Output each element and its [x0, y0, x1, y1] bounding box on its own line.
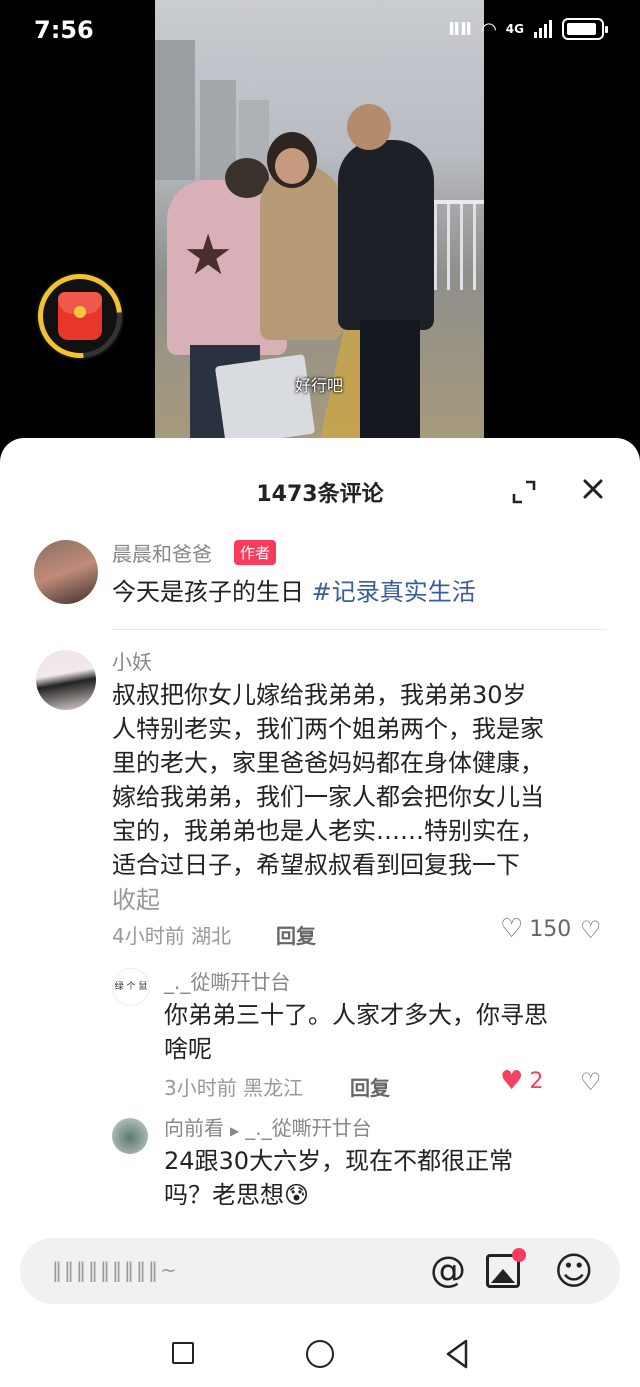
video-subtitle: 好行吧: [295, 376, 344, 395]
person-legs: [360, 320, 420, 440]
comment-text: 你弟弟三十了。人家才多大，你寻思 啥呢: [164, 998, 548, 1066]
comment-username-line: 向前看 ▶ _._從嘶幵廿台: [164, 1112, 372, 1141]
comment-time-location: 4小时前 湖北: [112, 924, 232, 948]
network-type: 4G: [505, 22, 524, 36]
comment-line: 适合过日子，希望叔叔看到回复我一下: [112, 851, 520, 879]
mountain-shape: [491, 1269, 515, 1283]
author-description: 晨晨和爸爸 作者 今天是孩子的生日 #记录真实生活: [0, 538, 640, 630]
wifi-icon: ◠: [481, 18, 496, 40]
emoji: 😰: [284, 1181, 310, 1209]
dislike-icon[interactable]: ♡: [580, 916, 602, 944]
comment-username[interactable]: _._從嘶幵廿台: [164, 966, 290, 995]
reply-button[interactable]: 回复: [350, 1072, 390, 1101]
comment-line: 你弟弟三十了。人家才多大，你寻思: [164, 1001, 548, 1029]
comment-text: 叔叔把你女儿嫁给我弟弟，我弟弟30岁 人特别老实，我们两个姐弟两个，我是家 里的…: [112, 678, 544, 882]
comments-count-title: 1473条评论: [256, 482, 384, 507]
signal-icon: [534, 20, 552, 38]
comment-username[interactable]: 小妖: [112, 646, 152, 675]
avatar[interactable]: 绿 个 鼠: [112, 968, 150, 1006]
system-nav-bar: [0, 1332, 640, 1387]
comment-line: 24跟30大六岁，现在不都很正常: [164, 1147, 514, 1175]
video-frame[interactable]: ★ 好行吧: [155, 0, 484, 440]
author-name[interactable]: 晨晨和爸爸: [112, 538, 212, 567]
comment-line: 嫁给我弟弟，我们一家人都会把你女儿当: [112, 783, 544, 811]
heart-icon: ♥: [500, 1066, 524, 1096]
comment-line-with-emoji: 吗？老思想😰: [164, 1178, 513, 1212]
panel-header: 1473条评论: [0, 438, 640, 538]
comment-line: 吗？老思想: [164, 1181, 284, 1209]
collapse-link[interactable]: 收起: [112, 880, 160, 915]
status-icons: ⅡⅡ ◠ 4G: [448, 18, 608, 40]
emoji-icon[interactable]: ☺: [554, 1250, 594, 1292]
notification-dot: [512, 1248, 526, 1262]
recents-button[interactable]: [172, 1342, 194, 1364]
status-bar: 7:56 ⅡⅡ ◠ 4G: [0, 0, 640, 64]
input-placeholder: ‖‖‖‖‖‖‖‖‖~: [52, 1258, 179, 1282]
reply-arrow-icon: ▶: [230, 1124, 240, 1138]
star-icon: ★: [183, 223, 234, 288]
comment-text: 24跟30大六岁，现在不都很正常 吗？老思想😰: [164, 1144, 513, 1212]
comment-line: 人特别老实，我们两个姐弟两个，我是家: [112, 715, 544, 743]
comment-line: 里的老大，家里爸爸妈妈都在身体健康，: [112, 749, 544, 777]
avatar[interactable]: [36, 650, 96, 710]
comment-time-location: 3小时前 黑龙江: [164, 1076, 304, 1100]
comment-line: 啥呢: [164, 1035, 212, 1063]
red-packet-icon[interactable]: [20, 256, 140, 376]
like-count: 150: [529, 916, 572, 942]
comment-line: 叔叔把你女儿嫁给我弟弟，我弟弟30岁: [112, 681, 527, 709]
video-area[interactable]: ★ 好行吧: [0, 0, 640, 460]
comment-item: 小妖 叔叔把你女儿嫁给我弟弟，我弟弟30岁 人特别老实，我们两个姐弟两个，我是家…: [0, 630, 640, 968]
expand-icon[interactable]: [510, 478, 538, 506]
back-button[interactable]: [444, 1338, 470, 1370]
person-beige-coat: [260, 165, 342, 340]
like-count: 2: [529, 1068, 544, 1094]
desc-text: 今天是孩子的生日: [112, 578, 312, 606]
comment-input-bar: ‖‖‖‖‖‖‖‖‖~ @ ☺: [0, 1222, 640, 1332]
envelope: [58, 292, 102, 340]
at-icon[interactable]: @: [430, 1250, 466, 1292]
comment-username[interactable]: 向前看: [164, 1116, 224, 1140]
shopping-bag: [214, 354, 316, 440]
person-face: [275, 148, 309, 184]
reply-item: 向前看 ▶ _._從嘶幵廿台 24跟30大六岁，现在不都很正常 吗？老思想😰: [0, 1116, 640, 1223]
reply-item: 绿 个 鼠 _._從嘶幵廿台 你弟弟三十了。人家才多大，你寻思 啥呢 3小时前 …: [0, 968, 640, 1118]
like-button[interactable]: ♥ 2: [500, 1068, 543, 1094]
comment-line: 宝的，我弟弟也是人老实……特别实在，: [112, 817, 544, 845]
like-button[interactable]: ♡ 150: [500, 916, 571, 942]
comments-panel: 1473条评论 晨晨和爸爸 作者 今天是孩子的生日 #记录真实生活 小妖 叔叔把…: [0, 438, 640, 1223]
vibrate-icon: ⅡⅡ: [448, 18, 472, 40]
dislike-icon[interactable]: ♡: [580, 1068, 602, 1096]
reply-button[interactable]: 回复: [276, 920, 316, 949]
person-head: [347, 104, 391, 150]
status-time: 7:56: [34, 16, 94, 44]
home-button[interactable]: [306, 1340, 334, 1368]
hashtag-link[interactable]: #记录真实生活: [312, 578, 476, 606]
author-desc-text: 今天是孩子的生日 #记录真实生活: [112, 572, 476, 607]
comment-input[interactable]: ‖‖‖‖‖‖‖‖‖~ @ ☺: [20, 1238, 620, 1304]
avatar[interactable]: [34, 540, 98, 604]
avatar[interactable]: [112, 1118, 148, 1154]
author-badge: 作者: [234, 540, 277, 565]
battery-icon: [562, 18, 608, 40]
close-icon[interactable]: [578, 474, 608, 504]
heart-icon: ♡: [500, 914, 524, 944]
image-icon[interactable]: [486, 1248, 526, 1288]
person-dark-coat: [338, 140, 434, 330]
reply-to-username[interactable]: _._從嘶幵廿台: [245, 1116, 371, 1140]
